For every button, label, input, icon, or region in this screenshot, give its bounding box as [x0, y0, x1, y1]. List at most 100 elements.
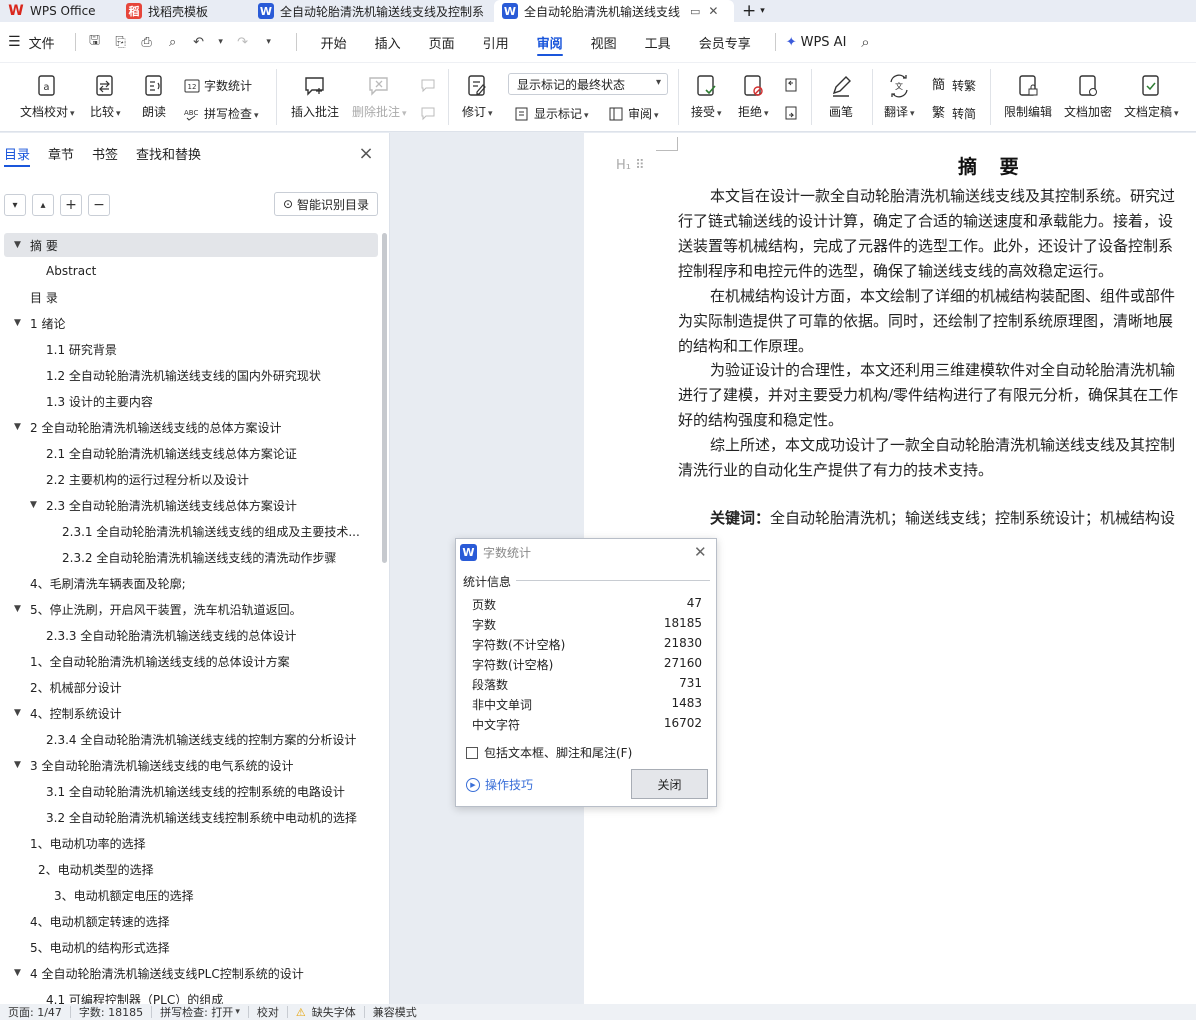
delete-comment-button[interactable]: 删除批注 ▾: [352, 73, 407, 120]
toc-item[interactable]: ▼ 2.3 全自动轮胎清洗机输送线支线总体方案设计: [4, 493, 378, 517]
toc-item[interactable]: 4、毛刷清洗车辆表面及轮廓;: [4, 571, 378, 595]
compare-button[interactable]: 比较 ▾: [90, 73, 121, 120]
add-heading-button[interactable]: +: [60, 194, 82, 216]
save-icon[interactable]: 🖫: [86, 33, 104, 51]
insert-comment-button[interactable]: 插入批注: [291, 73, 339, 120]
toc-item[interactable]: 3.1 全自动轮胎清洗机输送线支线的控制系统的电路设计: [4, 779, 378, 803]
reject-button[interactable]: 拒绝 ▾: [738, 73, 769, 120]
next-comment-button[interactable]: [420, 105, 440, 121]
toc-item[interactable]: 5、电动机的结构形式选择: [4, 935, 378, 959]
tab-review[interactable]: 审阅: [523, 22, 577, 62]
toc-item[interactable]: 1、电动机功率的选择: [4, 831, 378, 855]
toc-item[interactable]: ▼ 2 全自动轮胎清洗机输送线支线的总体方案设计: [4, 415, 378, 439]
to-traditional-button[interactable]: 簡 转繁: [932, 77, 976, 94]
track-changes-button[interactable]: 修订 ▾: [462, 73, 493, 120]
pen-button[interactable]: 画笔: [828, 73, 854, 120]
tab-page[interactable]: 页面: [415, 22, 469, 62]
toc-item[interactable]: ▼ 3 全自动轮胎清洗机输送线支线的电气系统的设计: [4, 753, 378, 777]
chevron-down-icon[interactable]: ▾: [216, 33, 226, 51]
toc-item[interactable]: 1.2 全自动轮胎清洗机输送线支线的国内外研究现状: [4, 363, 378, 387]
proofread-button[interactable]: a 文档校对 ▾: [20, 73, 75, 120]
toc-item[interactable]: 1、全自动轮胎清洗机输送线支线的总体设计方案: [4, 649, 378, 673]
translate-button[interactable]: 文 翻译 ▾: [884, 73, 915, 120]
toc-item[interactable]: 1.1 研究背景: [4, 337, 378, 361]
toc-item[interactable]: 2、机械部分设计: [4, 675, 378, 699]
toc-item[interactable]: ▼ 1 绪论: [4, 311, 378, 335]
missing-font-indicator[interactable]: ⚠ 缺失字体: [296, 1004, 356, 1020]
finalize-button[interactable]: 文档定稿 ▾: [1124, 73, 1179, 120]
page-indicator[interactable]: 页面: 1/47: [8, 1004, 62, 1020]
expand-triangle-icon[interactable]: ▼: [14, 708, 26, 718]
redo-icon[interactable]: ↷: [234, 33, 252, 51]
toc-scrollbar[interactable]: [382, 233, 387, 563]
close-button[interactable]: 关闭: [631, 769, 708, 799]
toc-item[interactable]: 2、电动机类型的选择: [4, 857, 378, 881]
review-pane-button[interactable]: 审阅 ▾: [608, 105, 659, 122]
word-count-indicator[interactable]: 字数: 18185: [79, 1004, 143, 1020]
toc-item[interactable]: 1.3 设计的主要内容: [4, 389, 378, 413]
toc-item[interactable]: 2.3.4 全自动轮胎清洗机输送线支线的控制方案的分析设计: [4, 727, 378, 751]
toc-item[interactable]: 2.3.1 全自动轮胎清洗机输送线支线的组成及主要技术...: [4, 519, 378, 543]
encrypt-button[interactable]: 文档加密: [1064, 73, 1112, 120]
tab-insert[interactable]: 插入: [361, 22, 415, 62]
close-icon[interactable]: ×: [356, 143, 376, 164]
tab-document-2[interactable]: W 全自动轮胎清洗机输送线支线 ▭ ✕: [494, 0, 734, 22]
print-preview-icon[interactable]: ⌕: [164, 33, 182, 51]
spell-check-indicator[interactable]: 拼写检查: 打开 ▾: [160, 1004, 240, 1020]
include-footnotes-option[interactable]: 包括文本框、脚注和尾注(F): [466, 744, 632, 761]
toc-item[interactable]: 2.2 主要机构的运行过程分析以及设计: [4, 467, 378, 491]
toc-item[interactable]: 2.1 全自动轮胎清洗机输送线支线总体方案论证: [4, 441, 378, 465]
undo-icon[interactable]: ↶: [190, 33, 208, 51]
spell-check-button[interactable]: ABC 拼写检查 ▾: [184, 105, 259, 122]
wps-ai-button[interactable]: ✦ WPS AI: [786, 35, 847, 50]
toc-item[interactable]: 3.2 全自动轮胎清洗机输送线支线控制系统中电动机的选择: [4, 805, 378, 829]
nav-tab-find-replace[interactable]: 查找和替换: [136, 138, 201, 169]
tab-view[interactable]: 视图: [577, 22, 631, 62]
search-icon[interactable]: ⌕: [856, 33, 874, 51]
collapse-button[interactable]: ▾: [4, 194, 26, 216]
prev-change-button[interactable]: [783, 77, 803, 93]
heading-drag-icon[interactable]: H₁ ⠿: [616, 158, 645, 173]
remove-heading-button[interactable]: −: [88, 194, 110, 216]
toc-item[interactable]: 3、电动机额定电压的选择: [4, 883, 378, 907]
restrict-edit-button[interactable]: 限制编辑: [1004, 73, 1052, 120]
toc-item[interactable]: Abstract: [4, 259, 378, 283]
export-icon[interactable]: ⎘: [112, 33, 130, 51]
show-markup-button[interactable]: 显示标记 ▾: [514, 105, 589, 122]
print-icon[interactable]: ⎙: [138, 33, 156, 51]
tab-tools[interactable]: 工具: [631, 22, 685, 62]
toc-item[interactable]: 2.3.3 全自动轮胎清洗机输送线支线的总体设计: [4, 623, 378, 647]
move-up-button[interactable]: ▴: [32, 194, 54, 216]
expand-triangle-icon[interactable]: ▼: [14, 422, 26, 432]
tab-references[interactable]: 引用: [469, 22, 523, 62]
read-aloud-button[interactable]: 朗读: [141, 73, 167, 120]
toc-item[interactable]: ▼ 5、停止洗刷，开启风干装置，洗车机沿轨道返回。: [4, 597, 378, 621]
proof-indicator[interactable]: 校对: [257, 1004, 279, 1020]
monitor-icon[interactable]: ▭: [690, 5, 700, 18]
toc-item[interactable]: 4.1 可编程控制器（PLC）的组成: [4, 987, 378, 1005]
nav-tab-toc[interactable]: 目录: [4, 138, 31, 169]
smart-toc-button[interactable]: ⊙ 智能识别目录: [274, 192, 378, 216]
expand-triangle-icon[interactable]: ▼: [14, 760, 26, 770]
expand-triangle-icon[interactable]: ▼: [14, 968, 26, 978]
close-icon[interactable]: ✕: [694, 543, 707, 561]
toc-item[interactable]: 目 录: [4, 285, 378, 309]
tips-link[interactable]: ▶ 操作技巧: [466, 776, 533, 793]
tab-wps-office[interactable]: W WPS Office: [0, 0, 118, 22]
next-change-button[interactable]: [783, 105, 803, 121]
to-simplified-button[interactable]: 繁 转简: [932, 105, 976, 122]
toc-item[interactable]: ▼ 摘 要: [4, 233, 378, 257]
nav-tab-sections[interactable]: 章节: [48, 138, 74, 169]
tab-home[interactable]: 开始: [307, 22, 361, 62]
file-menu[interactable]: ☰ 文件: [8, 33, 55, 52]
expand-triangle-icon[interactable]: ▼: [14, 604, 26, 614]
include-footnotes-checkbox[interactable]: [466, 746, 478, 759]
more-icon[interactable]: ▾: [260, 33, 278, 51]
tab-template[interactable]: 稻 找稻壳模板: [118, 0, 250, 22]
toc-item[interactable]: 2.3.2 全自动轮胎清洗机输送线支线的清洗动作步骤: [4, 545, 378, 569]
close-tab-icon[interactable]: ✕: [708, 4, 718, 18]
nav-tab-bookmarks[interactable]: 书签: [92, 138, 118, 169]
word-count-button[interactable]: 12 字数统计: [184, 77, 252, 94]
toc-item[interactable]: 4、电动机额定转速的选择: [4, 909, 378, 933]
expand-triangle-icon[interactable]: ▼: [30, 500, 42, 510]
